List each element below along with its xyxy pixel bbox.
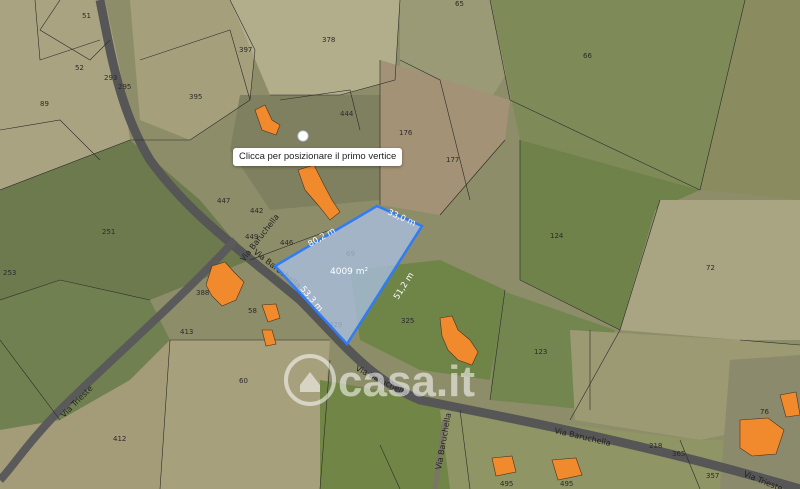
parcel-label: 253 — [3, 269, 16, 277]
parcel-label: 395 — [189, 93, 202, 101]
parcel-label: 58 — [248, 307, 257, 315]
parcel-label: 251 — [102, 228, 115, 236]
parcel-label: 60 — [239, 377, 248, 385]
parcel-label: 365 — [672, 450, 685, 458]
satellite-map[interactable]: 51 65 378 397 52 66 89 395 444 176 177 2… — [0, 0, 800, 489]
parcel-label: 447 — [217, 197, 230, 205]
parcel-label: 495 — [560, 480, 573, 488]
parcel-label: 123 — [534, 348, 547, 356]
parcel-label: 218 — [649, 442, 662, 450]
parcel-label: 325 — [401, 317, 414, 325]
parcel-label: 397 — [239, 46, 252, 54]
parcel-label: 444 — [340, 110, 354, 118]
cursor-vertex-marker[interactable] — [297, 130, 309, 142]
parcel-label: 412 — [113, 435, 126, 443]
parcel-label: 52 — [75, 64, 84, 72]
parcel-label: 65 — [455, 0, 464, 8]
parcel-label: 177 — [446, 156, 459, 164]
parcel-label: 413 — [180, 328, 193, 336]
parcel-label: 295 — [118, 83, 131, 91]
area-value: 4009 m² — [330, 267, 369, 277]
parcel-label: 124 — [550, 232, 564, 240]
parcel-label: 51 — [82, 12, 91, 20]
parcel-label: 76 — [760, 408, 769, 416]
watermark-text: casa.it — [338, 357, 475, 406]
parcel-label: 176 — [399, 129, 413, 137]
parcel-label: 495 — [500, 480, 513, 488]
parcel-label: 89 — [40, 100, 49, 108]
parcel-label: 293 — [104, 74, 117, 82]
parcel-label: 388 — [196, 289, 209, 297]
parcel-label: 357 — [706, 472, 719, 480]
parcel-label: 378 — [322, 36, 335, 44]
parcel-label: 442 — [250, 207, 263, 215]
tooltip: Clicca per posizionare il primo vertice — [233, 148, 403, 166]
parcel-label: 72 — [706, 264, 715, 272]
parcel-label: 446 — [280, 239, 294, 247]
parcel-label: 66 — [583, 52, 592, 60]
